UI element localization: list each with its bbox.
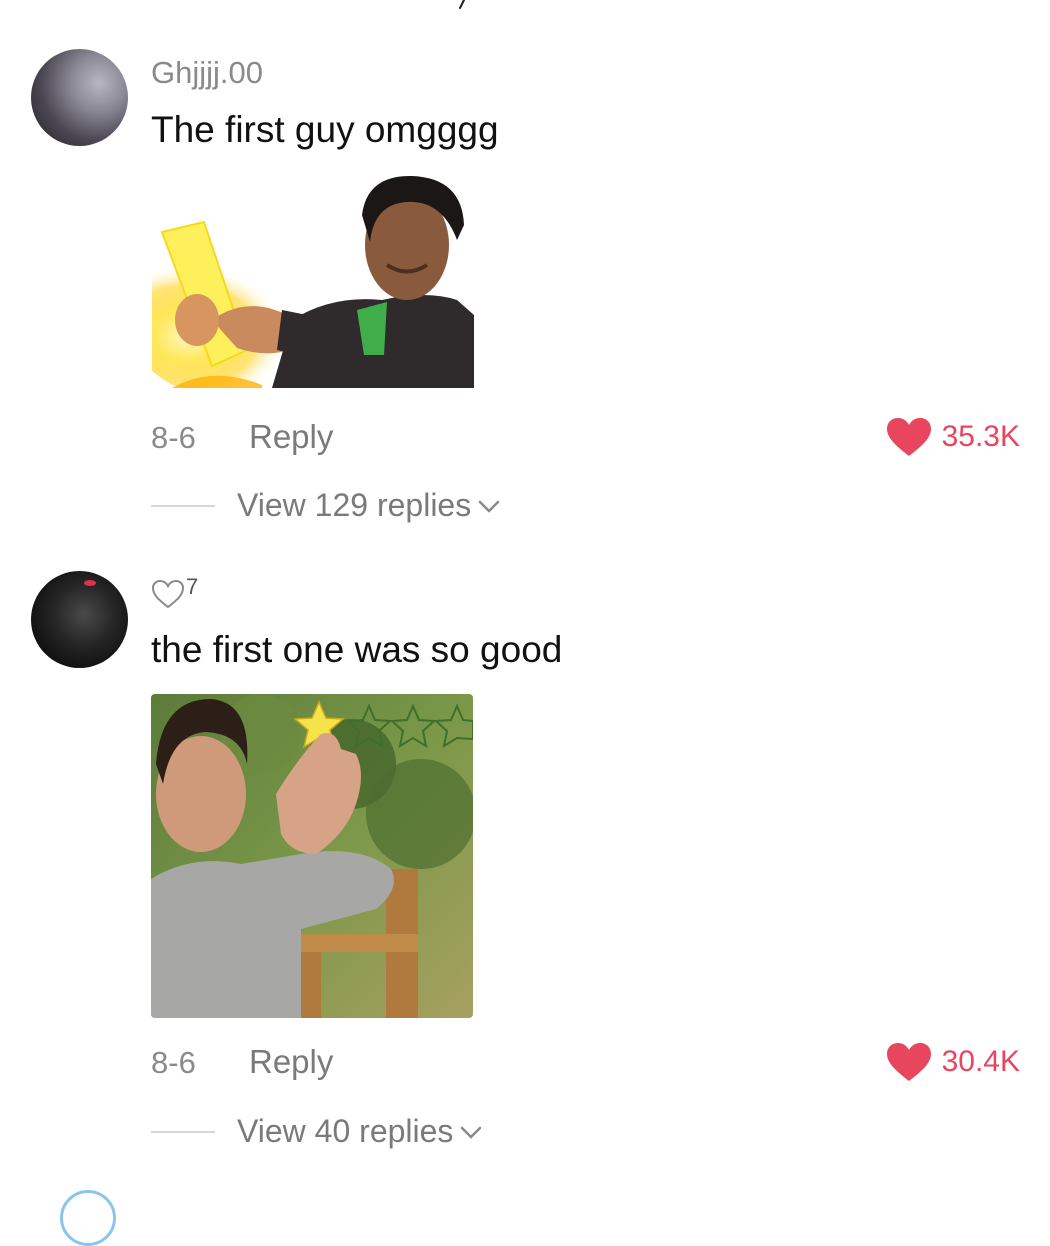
comment-date: 8-6 <box>151 1045 196 1080</box>
replies-divider <box>151 1131 215 1133</box>
reply-button[interactable]: Reply <box>249 1044 333 1080</box>
view-replies-label: View 40 replies <box>237 1113 454 1149</box>
chevron-down-icon <box>478 500 500 513</box>
next-commenter-avatar[interactable] <box>60 1190 116 1246</box>
commenter-avatar[interactable] <box>31 49 128 146</box>
replies-divider <box>151 505 215 507</box>
view-replies-label: View 129 replies <box>237 487 472 523</box>
heart-filled-icon[interactable] <box>886 1042 932 1082</box>
like-count: 30.4K <box>941 1045 1020 1078</box>
comment-text: the first one was so good <box>151 629 563 670</box>
reply-button[interactable]: Reply <box>249 419 333 455</box>
comment-date: 8-6 <box>151 420 196 455</box>
cropped-top-mark <box>459 0 465 9</box>
comment-small-like[interactable]: 7 <box>151 574 198 609</box>
comment-text: The first guy omgggg <box>151 109 499 150</box>
commenter-avatar[interactable] <box>31 571 128 668</box>
comment-username[interactable]: Ghjjjj.00 <box>151 55 263 91</box>
view-replies-link[interactable]: View 40 replies <box>237 1113 483 1149</box>
like-button[interactable]: 35.3K <box>886 417 1020 457</box>
small-like-count: 7 <box>186 574 199 599</box>
comment-sticker-image[interactable] <box>152 170 474 388</box>
avatar-red-eye <box>84 580 96 586</box>
like-button[interactable]: 30.4K <box>886 1042 1020 1082</box>
comment-photo[interactable] <box>151 694 473 1018</box>
view-replies-link[interactable]: View 129 replies <box>237 487 501 523</box>
like-count: 35.3K <box>941 420 1020 453</box>
heart-filled-icon[interactable] <box>886 417 932 457</box>
heart-outline-icon[interactable] <box>151 579 185 609</box>
chevron-down-icon <box>461 1126 482 1139</box>
